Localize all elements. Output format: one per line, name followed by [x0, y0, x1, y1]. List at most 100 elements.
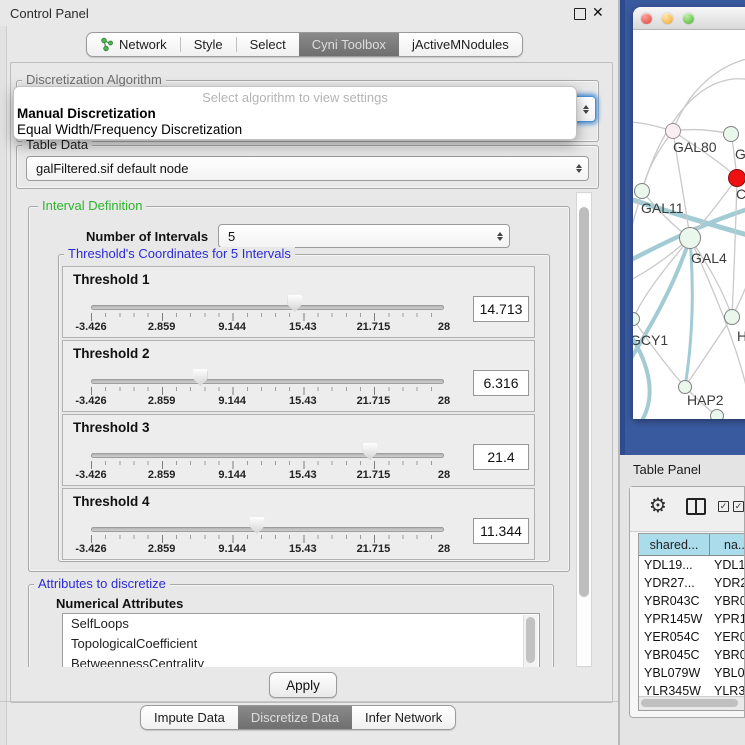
threshold-1-label: Threshold 1 — [73, 272, 150, 287]
threshold-1-panel: Threshold 1 -3.426 2.859 9.144 15.43 21.… — [62, 266, 535, 338]
network-node-gal11[interactable] — [634, 183, 650, 199]
table-row[interactable]: YER054CYER0 — [639, 628, 744, 646]
network-node-ga[interactable] — [723, 126, 739, 142]
network-node-gal80[interactable] — [665, 123, 681, 139]
gear-icon[interactable]: ⚙ — [649, 496, 667, 516]
threshold-3-label: Threshold 3 — [73, 420, 150, 435]
table-row[interactable]: YDL19...YDL1 — [639, 556, 744, 574]
node-label-gal80: GAL80 — [673, 139, 717, 155]
threshold-4-value-field[interactable] — [473, 518, 529, 544]
tick-label: 9.144 — [218, 321, 246, 333]
tick-label: 9.144 — [218, 395, 246, 407]
tab-cyni-toolbox-label: Cyni Toolbox — [312, 37, 386, 52]
tab-network[interactable]: Network — [87, 33, 180, 56]
tick-label: 28 — [438, 321, 450, 333]
cell: YDR2 — [710, 576, 744, 590]
number-of-intervals-combobox[interactable]: 5 — [218, 224, 510, 248]
tab-discretize-data[interactable]: Discretize Data — [238, 706, 352, 729]
list-item[interactable]: SelfLoops — [63, 614, 539, 634]
checkbox-icon[interactable]: ✓ — [733, 501, 744, 512]
columns-icon[interactable] — [686, 498, 706, 515]
tab-select-label: Select — [250, 37, 286, 52]
checkbox-icon[interactable]: ✓ — [718, 501, 729, 512]
table-data-combobox-value: galFiltered.sif default node — [36, 161, 570, 176]
tab-select[interactable]: Select — [237, 33, 299, 56]
settings-scrollbar[interactable] — [576, 192, 592, 667]
table-horizontal-scrollbar-thumb[interactable] — [641, 699, 738, 707]
threshold-3-panel: Threshold 3 -3.426 2.859 9.144 15.43 21.… — [62, 414, 535, 486]
float-window-icon[interactable] — [574, 8, 586, 20]
algorithm-option-equal-width[interactable]: Equal Width/Frequency Discretization — [17, 122, 242, 137]
tick-label: 21.715 — [357, 395, 391, 407]
tick-label: 2.859 — [148, 395, 176, 407]
network-window-titlebar[interactable] — [633, 7, 745, 30]
network-node-partial[interactable] — [710, 409, 724, 419]
tick-label: 9.144 — [218, 543, 246, 555]
threshold-2-panel: Threshold 2 -3.426 2.859 9.144 15.43 21.… — [62, 340, 535, 412]
network-edges — [633, 30, 745, 419]
bottom-divider — [0, 701, 620, 702]
tick-label: 21.715 — [357, 469, 391, 481]
threshold-1-value-field[interactable] — [473, 296, 529, 322]
discretization-algorithm-label: Discretization Algorithm — [22, 73, 166, 87]
network-window[interactable]: GAL80 GA C GAL11 GAL4 GCY1 H HAP2 — [633, 7, 745, 419]
control-panel: Control Panel ✕ Network S — [0, 0, 620, 745]
threshold-2-slider-thumb[interactable] — [193, 369, 208, 386]
close-icon[interactable]: ✕ — [592, 4, 604, 21]
table-row[interactable]: YLR345WYLR3 — [639, 682, 744, 697]
cell: YPR1 — [710, 612, 744, 626]
tick-label: 15.43 — [289, 321, 317, 333]
tick-label: 28 — [438, 395, 450, 407]
threshold-3-value-field[interactable] — [473, 444, 529, 470]
apply-button[interactable]: Apply — [269, 672, 337, 698]
node-label-ga: GA — [735, 146, 745, 162]
tab-cyni-toolbox[interactable]: Cyni Toolbox — [299, 33, 399, 56]
threshold-4-label: Threshold 4 — [73, 494, 150, 509]
apply-button-label: Apply — [286, 678, 320, 693]
table-horizontal-scrollbar[interactable] — [639, 696, 744, 710]
table-row[interactable]: YDR27...YDR2 — [639, 574, 744, 592]
threshold-2-value-field[interactable] — [473, 370, 529, 396]
tab-style[interactable]: Style — [181, 33, 236, 56]
algorithm-option-manual[interactable]: Manual Discretization — [17, 106, 156, 121]
table-row[interactable]: YPR145WYPR1 — [639, 610, 744, 628]
network-node-h[interactable] — [724, 309, 740, 325]
network-node-gal4[interactable] — [679, 227, 701, 249]
node-label-h: H — [737, 328, 745, 344]
threshold-4-slider-thumb[interactable] — [249, 517, 264, 534]
column-header-name[interactable]: na... — [710, 534, 744, 556]
tick-label: 28 — [438, 543, 450, 555]
tick-label: 28 — [438, 469, 450, 481]
minimize-traffic-light[interactable] — [662, 13, 673, 24]
table-row[interactable]: YBL079WYBL0 — [639, 664, 744, 682]
threshold-1-slider-thumb[interactable] — [287, 295, 302, 312]
network-node-red[interactable] — [728, 169, 745, 187]
close-traffic-light[interactable] — [641, 13, 652, 24]
column-header-shared-name[interactable]: shared... — [639, 534, 710, 556]
slider-scale: -3.426 2.859 9.144 15.43 21.715 28 — [91, 395, 444, 407]
node-label-c: C — [736, 186, 745, 202]
thresholds-group-label: Threshold's Coordinates for 5 Intervals — [64, 247, 295, 261]
tick-label: -3.426 — [75, 321, 106, 333]
threshold-3-slider-thumb[interactable] — [362, 443, 377, 460]
list-item[interactable]: BetweennessCentrality — [63, 654, 539, 667]
table-row[interactable]: YBR043CYBR0 — [639, 592, 744, 610]
list-item[interactable]: TopologicalCoefficient — [63, 634, 539, 654]
list-scrollbar[interactable] — [523, 615, 538, 667]
tab-impute-data[interactable]: Impute Data — [141, 706, 238, 729]
tick-label: 2.859 — [148, 543, 176, 555]
table-data-combobox[interactable]: galFiltered.sif default node — [26, 156, 589, 181]
tab-jactivemnodules[interactable]: jActiveMNodules — [399, 33, 522, 56]
tick-label: 2.859 — [148, 321, 176, 333]
tick-label: 15.43 — [289, 543, 317, 555]
tab-infer-network[interactable]: Infer Network — [352, 706, 455, 729]
network-canvas[interactable]: GAL80 GA C GAL11 GAL4 GCY1 H HAP2 — [633, 30, 745, 419]
settings-scrollbar-thumb[interactable] — [579, 207, 589, 597]
node-label-hap2: HAP2 — [687, 392, 724, 408]
zoom-traffic-light[interactable] — [683, 13, 694, 24]
cell: YDR27... — [639, 576, 710, 590]
threshold-4-slider — [91, 517, 444, 535]
table-row[interactable]: YBR045CYBR0 — [639, 646, 744, 664]
attributes-group-label: Attributes to discretize — [34, 577, 170, 591]
slider-scale: -3.426 2.859 9.144 15.43 21.715 28 — [91, 543, 444, 555]
